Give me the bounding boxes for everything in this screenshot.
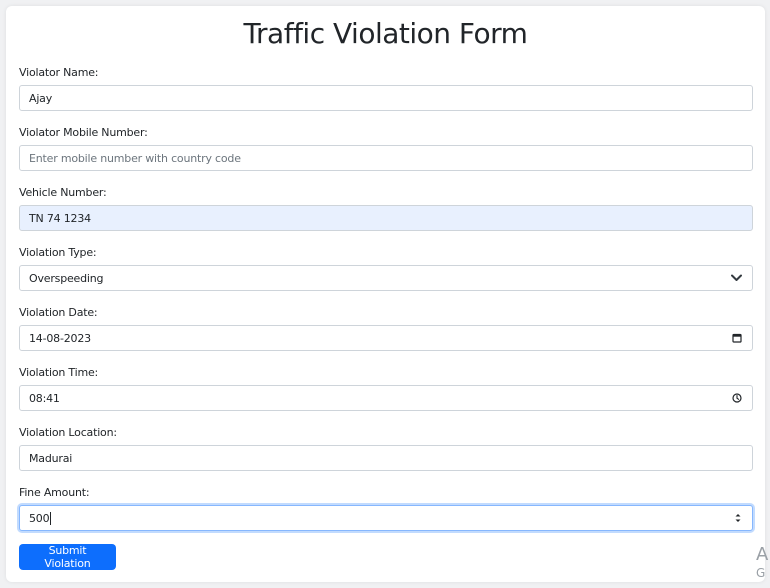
- violation-location-input[interactable]: Madurai: [19, 445, 753, 471]
- vehicle-number-value: TN 74 1234: [29, 211, 91, 225]
- violation-location-label: Violation Location:: [19, 426, 117, 439]
- fine-amount-value: 500: [29, 511, 50, 525]
- violator-mobile-input[interactable]: Enter mobile number with country code: [19, 145, 753, 171]
- violation-time-input[interactable]: 08:41: [19, 385, 753, 411]
- corner-overlay-text: A G: [756, 545, 770, 585]
- fine-amount-label: Fine Amount:: [19, 486, 90, 499]
- violation-time-value: 08:41: [29, 391, 60, 405]
- page-title: Traffic Violation Form: [243, 17, 528, 50]
- violation-type-label: Violation Type:: [19, 246, 97, 259]
- violator-mobile-placeholder: Enter mobile number with country code: [29, 151, 241, 165]
- violation-location-value: Madurai: [29, 451, 73, 465]
- clock-icon[interactable]: [732, 393, 742, 403]
- calendar-icon[interactable]: [732, 333, 742, 343]
- vehicle-number-input[interactable]: TN 74 1234: [19, 205, 753, 231]
- chevron-down-icon: [731, 274, 742, 282]
- corner-line-1: A: [756, 545, 769, 565]
- violation-date-label: Violation Date:: [19, 306, 98, 319]
- spinner-icon[interactable]: [734, 512, 742, 524]
- vehicle-number-label: Vehicle Number:: [19, 186, 107, 199]
- violator-name-input[interactable]: Ajay: [19, 85, 753, 111]
- violator-mobile-label: Violator Mobile Number:: [19, 126, 148, 139]
- corner-line-2: G: [756, 566, 766, 580]
- violator-name-label: Violator Name:: [19, 66, 99, 79]
- submit-violation-button[interactable]: Submit Violation: [19, 544, 116, 570]
- violator-name-value: Ajay: [29, 91, 53, 105]
- violation-time-label: Violation Time:: [19, 366, 99, 379]
- violation-type-value: Overspeeding: [29, 271, 104, 285]
- fine-amount-input[interactable]: 500: [19, 505, 753, 531]
- violation-type-select[interactable]: Overspeeding: [19, 265, 753, 291]
- text-cursor: [50, 511, 52, 525]
- violation-date-value: 14-08-2023: [29, 331, 91, 345]
- violation-date-input[interactable]: 14-08-2023: [19, 325, 753, 351]
